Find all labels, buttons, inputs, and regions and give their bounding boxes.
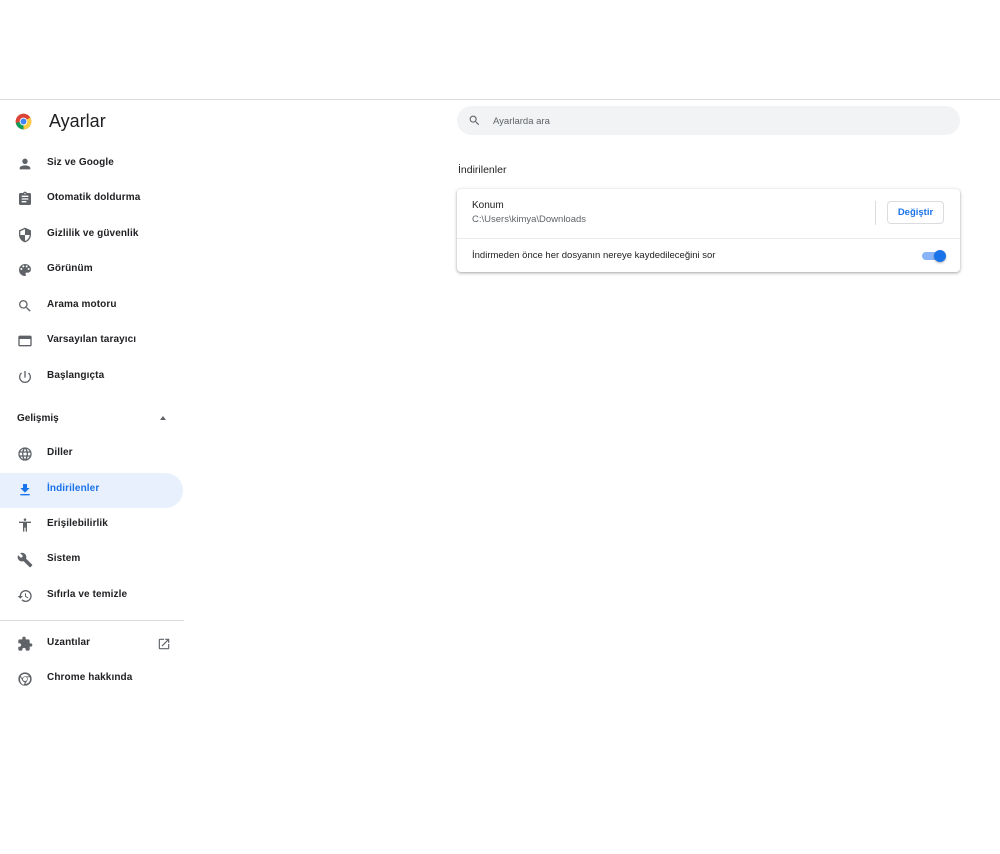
sidebar-item-appearance[interactable]: Görünüm — [0, 253, 183, 288]
advanced-toggle[interactable]: Gelişmiş — [0, 404, 183, 434]
location-path: C:\Users\kimya\Downloads — [472, 214, 587, 225]
sidebar-item-system[interactable]: Sistem — [0, 543, 183, 578]
browser-window-icon — [17, 333, 33, 349]
puzzle-icon — [17, 636, 33, 652]
sidebar-item-privacy-security[interactable]: Gizlilik ve güvenlik — [0, 218, 183, 253]
caret-up-icon — [160, 416, 166, 420]
advanced-label: Gelişmiş — [17, 413, 59, 424]
settings-search-box[interactable] — [457, 106, 960, 135]
sidebar-item-languages[interactable]: Diller — [0, 437, 183, 472]
downloads-settings-card: Konum C:\Users\kimya\Downloads Değiştir … — [457, 189, 960, 272]
wrench-icon — [17, 552, 33, 568]
chrome-icon — [17, 671, 33, 687]
sidebar-item-label: Sistem — [47, 553, 81, 564]
sidebar-item-you-and-google[interactable]: Siz ve Google — [0, 147, 183, 182]
open-in-new-icon[interactable] — [157, 637, 171, 651]
header-divider — [0, 99, 1000, 100]
sidebar-item-label: Görünüm — [47, 263, 93, 274]
vertical-separator — [875, 201, 876, 225]
search-icon — [17, 298, 33, 314]
shield-icon — [17, 227, 33, 243]
sidebar-item-label: Siz ve Google — [47, 157, 114, 168]
sidebar-item-downloads[interactable]: İndirilenler — [0, 473, 183, 508]
sidebar-item-search-engine[interactable]: Arama motoru — [0, 289, 183, 324]
person-icon — [17, 156, 33, 172]
sidebar-item-label: Gizlilik ve güvenlik — [47, 228, 139, 239]
search-icon — [468, 114, 481, 127]
location-label: Konum — [472, 200, 504, 211]
sidebar-item-label: Otomatik doldurma — [47, 192, 141, 203]
ask-where-to-save-label: İndirmeden önce her dosyanın nereye kayd… — [472, 250, 716, 261]
toggle-knob — [934, 250, 946, 262]
section-title: İndirilenler — [458, 164, 507, 176]
sidebar-item-label: Diller — [47, 447, 73, 458]
sidebar-item-label: Başlangıçta — [47, 370, 105, 381]
sidebar-divider — [0, 620, 184, 621]
ask-where-to-save-toggle[interactable] — [922, 250, 946, 262]
power-icon — [17, 369, 33, 385]
search-input[interactable] — [491, 111, 945, 132]
sidebar-item-extensions[interactable]: Uzantılar — [0, 627, 183, 662]
globe-icon — [17, 446, 33, 462]
blank-top-area — [0, 0, 1000, 99]
sidebar-item-autofill[interactable]: Otomatik doldurma — [0, 182, 183, 217]
palette-icon — [17, 262, 33, 278]
accessibility-icon — [17, 517, 33, 533]
restore-icon — [17, 588, 33, 604]
sidebar-item-default-browser[interactable]: Varsayılan tarayıcı — [0, 324, 183, 359]
sidebar-item-label: İndirilenler — [47, 483, 100, 494]
page-title: Ayarlar — [49, 111, 106, 131]
sidebar-item-label: Varsayılan tarayıcı — [47, 334, 137, 345]
card-divider — [457, 238, 960, 239]
sidebar-item-label: Sıfırla ve temizle — [47, 589, 128, 600]
clipboard-icon — [17, 191, 33, 207]
sidebar-item-about-chrome[interactable]: Chrome hakkında — [0, 662, 183, 697]
sidebar-item-label: Chrome hakkında — [47, 672, 133, 683]
sidebar-item-label: Erişilebilirlik — [47, 518, 108, 529]
sidebar-item-label: Uzantılar — [47, 637, 91, 648]
chrome-logo-icon — [15, 113, 32, 130]
download-icon — [17, 482, 33, 498]
sidebar-item-on-startup[interactable]: Başlangıçta — [0, 360, 183, 395]
sidebar-item-reset-cleanup[interactable]: Sıfırla ve temizle — [0, 579, 183, 614]
sidebar-item-label: Arama motoru — [47, 299, 117, 310]
change-location-button[interactable]: Değiştir — [887, 201, 944, 224]
sidebar-item-accessibility[interactable]: Erişilebilirlik — [0, 508, 183, 543]
